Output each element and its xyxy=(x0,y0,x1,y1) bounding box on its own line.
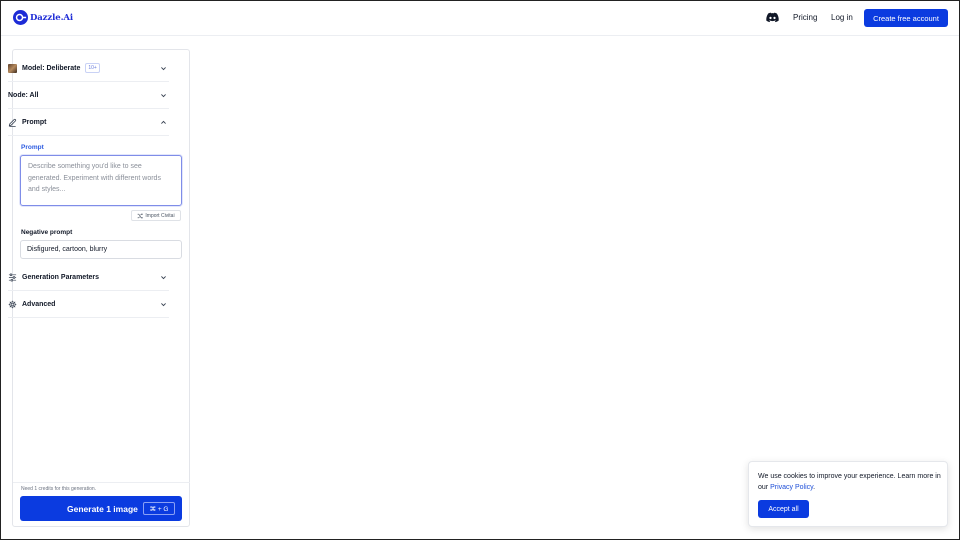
prompt-section[interactable]: Prompt xyxy=(8,109,169,136)
brand-name: Dazzle.Ai xyxy=(30,12,74,23)
pencil-icon xyxy=(8,118,17,127)
chevron-down-icon xyxy=(161,67,166,71)
privacy-policy-link[interactable]: Privacy Policy xyxy=(770,484,813,491)
negative-prompt-input[interactable]: Disfigured, cartoon, blurry xyxy=(20,240,182,259)
chevron-down-icon xyxy=(161,303,166,307)
divider xyxy=(13,482,190,483)
generate-button[interactable]: Generate 1 image ⌘ + G xyxy=(20,496,182,521)
prompt-textarea[interactable]: Describe something you'd like to see gen… xyxy=(20,155,182,206)
model-label: Model: Deliberate xyxy=(22,64,81,72)
nav-login-link[interactable]: Log in xyxy=(831,13,853,22)
chevron-down-icon xyxy=(161,276,166,280)
negative-prompt-label: Negative prompt xyxy=(21,229,73,236)
top-header: Dazzle.Ai Pricing Log in Create free acc… xyxy=(0,0,960,36)
node-label: Node: All xyxy=(8,91,39,99)
gear-icon xyxy=(8,300,17,309)
cookie-message: We use cookies to improve your experienc… xyxy=(758,471,942,493)
chevron-down-icon xyxy=(161,94,166,98)
model-thumbnail xyxy=(8,63,17,73)
generate-label: Generate 1 image xyxy=(67,504,138,514)
node-section[interactable]: Node: All xyxy=(8,82,169,109)
logo-icon xyxy=(13,10,28,25)
import-civitai-label: Import Civitai xyxy=(145,212,175,219)
cookie-banner: We use cookies to improve your experienc… xyxy=(748,461,948,527)
cookie-suffix: . xyxy=(813,484,816,491)
create-account-button[interactable]: Create free account xyxy=(864,9,948,27)
nav-pricing-link[interactable]: Pricing xyxy=(793,13,817,22)
model-count-badge: 10+ xyxy=(85,63,100,73)
shuffle-icon xyxy=(138,212,144,219)
brand-logo[interactable]: Dazzle.Ai xyxy=(13,10,73,25)
model-section[interactable]: Model: Deliberate 10+ xyxy=(8,55,169,82)
credits-note: Need 1 credits for this generation. xyxy=(21,486,97,492)
chevron-up-icon xyxy=(161,120,166,124)
sliders-icon xyxy=(8,273,17,282)
accept-cookies-button[interactable]: Accept all xyxy=(758,500,809,518)
import-civitai-button[interactable]: Import Civitai xyxy=(131,210,181,221)
discord-icon[interactable] xyxy=(766,12,779,23)
prompt-field-label: Prompt xyxy=(21,144,44,151)
keyboard-shortcut: ⌘ + G xyxy=(143,502,175,515)
generation-parameters-section[interactable]: Generation Parameters xyxy=(8,264,169,291)
prompt-section-label: Prompt xyxy=(22,118,47,126)
advanced-label: Advanced xyxy=(22,300,56,308)
advanced-section[interactable]: Advanced xyxy=(8,291,169,318)
generation-parameters-label: Generation Parameters xyxy=(22,273,100,281)
